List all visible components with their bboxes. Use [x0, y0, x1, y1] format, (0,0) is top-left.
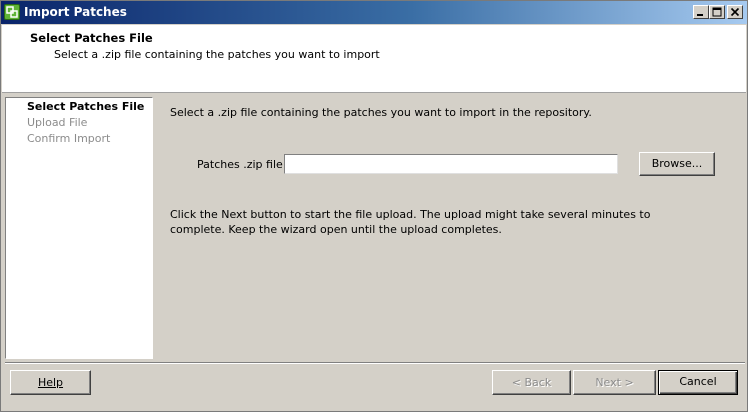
step-title: Select Patches File — [30, 31, 153, 45]
next-button: Next > — [573, 370, 656, 395]
step-description: Select a .zip file containing the patche… — [54, 48, 380, 61]
close-icon — [730, 7, 740, 17]
close-button[interactable] — [727, 5, 743, 19]
footer-separator — [5, 362, 745, 364]
help-button-label: Help — [37, 376, 64, 389]
patches-file-input[interactable] — [284, 154, 618, 174]
import-patches-dialog: Import Patches Select Patches File Selec… — [0, 0, 748, 412]
maximize-icon — [712, 7, 722, 17]
window-title: Import Patches — [24, 5, 127, 19]
patches-file-label: Patches .zip file: — [197, 158, 287, 171]
minimize-icon — [697, 14, 703, 16]
title-bar[interactable]: Import Patches — [1, 1, 747, 24]
nav-step-confirm-import: Confirm Import — [27, 132, 111, 145]
intro-text: Select a .zip file containing the patche… — [170, 106, 592, 119]
vmware-app-icon — [4, 4, 20, 20]
wizard-steps-nav: Select Patches File Upload File Confirm … — [5, 97, 153, 359]
minimize-button[interactable] — [693, 5, 709, 19]
browse-button[interactable]: Browse... — [639, 152, 715, 176]
wizard-header: Select Patches File Select a .zip file c… — [2, 25, 746, 93]
cancel-button[interactable]: Cancel — [658, 370, 738, 395]
maximize-button[interactable] — [709, 5, 725, 19]
back-button: < Back — [492, 370, 571, 395]
nav-step-select-patches-file[interactable]: Select Patches File — [27, 100, 144, 113]
upload-info-text: Click the Next button to start the file … — [170, 208, 651, 236]
help-button[interactable]: Help — [10, 370, 91, 395]
nav-step-upload-file: Upload File — [27, 116, 88, 129]
